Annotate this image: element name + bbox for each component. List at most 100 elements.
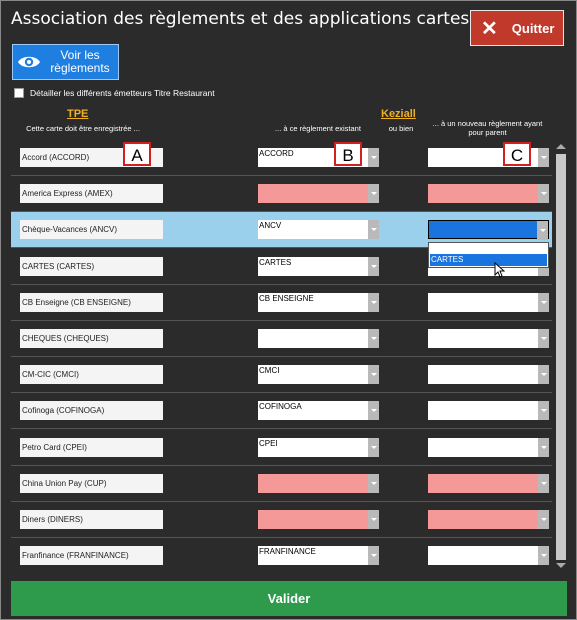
window-title: Association des règlements et des applic… xyxy=(11,9,534,29)
existing-payment-combo-value: CARTES xyxy=(259,258,292,267)
list-item: CB Enseigne (CB ENSEIGNE) CB ENSEIGNE xyxy=(11,285,552,321)
card-name: Cofinoga (COFINOGA) xyxy=(20,401,163,420)
view-payments-label: Voir les règlements xyxy=(50,48,110,75)
new-parent-combo[interactable] xyxy=(428,220,549,240)
dialog-window: Association des règlements et des applic… xyxy=(0,0,577,620)
chevron-down-icon[interactable] xyxy=(538,184,549,203)
new-parent-combo[interactable] xyxy=(428,401,549,420)
chevron-down-icon[interactable] xyxy=(368,438,379,457)
dropdown-option-cartes[interactable]: CARTES xyxy=(430,254,547,266)
chevron-down-icon[interactable] xyxy=(368,257,379,276)
card-name: CB Enseigne (CB ENSEIGNE) xyxy=(20,293,163,312)
scroll-up-icon[interactable] xyxy=(556,144,566,149)
new-parent-combo[interactable] xyxy=(428,474,549,493)
detail-issuers-checkbox[interactable]: Détailler les différents émetteurs Titre… xyxy=(14,88,215,98)
list-item: CHEQUES (CHEQUES) xyxy=(11,321,552,357)
existing-payment-combo-value: CMCI xyxy=(259,366,280,375)
marker-a: A xyxy=(123,142,151,166)
chevron-down-icon[interactable] xyxy=(368,401,379,420)
list-item: CM-CIC (CMCI) CMCI xyxy=(11,357,552,393)
quit-label: Quitter xyxy=(511,20,555,36)
card-name: Petro Card (CPEI) xyxy=(20,438,163,457)
existing-payment-combo[interactable]: COFINOGA xyxy=(258,401,379,420)
existing-payment-combo[interactable]: FRANFINANCE xyxy=(258,546,379,565)
chevron-down-icon[interactable] xyxy=(537,221,548,240)
list-item: China Union Pay (CUP) xyxy=(11,466,552,502)
existing-payment-combo[interactable] xyxy=(258,474,379,493)
detail-issuers-label: Détailler les différents émetteurs Titre… xyxy=(30,88,215,98)
existing-payment-combo[interactable]: ANCV xyxy=(258,220,379,239)
chevron-down-icon[interactable] xyxy=(538,329,549,348)
card-name: America Express (AMEX) xyxy=(20,184,163,203)
card-name: China Union Pay (CUP) xyxy=(20,474,163,493)
vertical-scrollbar[interactable] xyxy=(554,140,568,572)
card-name: Franfinance (FRANFINANCE) xyxy=(20,546,163,565)
scroll-thumb[interactable] xyxy=(556,154,566,560)
list-item: Cofinoga (COFINOGA) COFINOGA xyxy=(11,393,552,429)
chevron-down-icon[interactable] xyxy=(538,148,549,167)
scroll-down-icon[interactable] xyxy=(556,563,566,568)
existing-subheader: ... à ce règlement existant xyxy=(275,124,361,133)
existing-payment-combo[interactable]: CARTES xyxy=(258,257,379,276)
list-item: Accord (ACCORD) ACCORD xyxy=(11,140,552,176)
new-parent-combo[interactable] xyxy=(428,546,549,565)
chevron-down-icon[interactable] xyxy=(368,510,379,529)
new-parent-combo[interactable] xyxy=(428,510,549,529)
tpe-header: TPE xyxy=(67,108,89,120)
new-parent-combo[interactable] xyxy=(428,438,549,457)
eye-icon xyxy=(16,54,42,70)
card-name: CARTES (CARTES) xyxy=(20,257,163,276)
list-item: Petro Card (CPEI) CPEI xyxy=(11,430,552,466)
chevron-down-icon[interactable] xyxy=(368,329,379,348)
new-subheader: ... à un nouveau règlement ayant pour pa… xyxy=(432,119,543,137)
row-divider xyxy=(11,428,552,429)
validate-button[interactable]: Valider xyxy=(11,581,567,616)
close-icon: ✕ xyxy=(481,17,498,40)
existing-payment-combo-value: ACCORD xyxy=(259,149,294,158)
list-item: Diners (DINERS) xyxy=(11,502,552,538)
card-association-list: Accord (ACCORD) ACCORD America Express (AM… xyxy=(11,140,552,572)
existing-payment-combo-value: FRANFINANCE xyxy=(259,547,316,556)
card-name: Chèque-Vacances (ANCV) xyxy=(20,220,163,239)
or-label: ou bien xyxy=(388,124,414,133)
new-parent-combo[interactable] xyxy=(428,293,549,312)
chevron-down-icon[interactable] xyxy=(538,401,549,420)
tpe-subheader: Cette carte doit être enregistrée ... xyxy=(26,124,140,133)
existing-payment-combo[interactable]: CMCI xyxy=(258,365,379,384)
chevron-down-icon[interactable] xyxy=(368,293,379,312)
existing-payment-combo-value: CPEI xyxy=(259,439,278,448)
chevron-down-icon[interactable] xyxy=(538,365,549,384)
chevron-down-icon[interactable] xyxy=(538,438,549,457)
quit-button[interactable]: ✕ Quitter xyxy=(470,10,564,46)
chevron-down-icon[interactable] xyxy=(368,220,379,239)
card-name: CHEQUES (CHEQUES) xyxy=(20,329,163,348)
chevron-down-icon[interactable] xyxy=(368,546,379,565)
keziall-header: Keziall xyxy=(381,108,416,120)
marker-b: B xyxy=(334,142,362,166)
list-item: Franfinance (FRANFINANCE) FRANFINANCE xyxy=(11,538,552,572)
card-name: CM-CIC (CMCI) xyxy=(20,365,163,384)
existing-payment-combo[interactable]: CPEI xyxy=(258,438,379,457)
chevron-down-icon[interactable] xyxy=(538,293,549,312)
chevron-down-icon[interactable] xyxy=(538,546,549,565)
list-item: America Express (AMEX) xyxy=(11,176,552,212)
chevron-down-icon[interactable] xyxy=(538,474,549,493)
existing-payment-combo[interactable] xyxy=(258,184,379,203)
existing-payment-combo[interactable] xyxy=(258,329,379,348)
chevron-down-icon[interactable] xyxy=(538,510,549,529)
card-name: Diners (DINERS) xyxy=(20,510,163,529)
chevron-down-icon[interactable] xyxy=(368,365,379,384)
checkbox-box[interactable] xyxy=(14,88,24,98)
new-parent-combo[interactable] xyxy=(428,329,549,348)
chevron-down-icon[interactable] xyxy=(368,148,379,167)
view-payments-button[interactable]: Voir les règlements xyxy=(12,44,119,80)
existing-payment-combo[interactable]: CB ENSEIGNE xyxy=(258,293,379,312)
new-parent-combo[interactable] xyxy=(428,184,549,203)
marker-c: C xyxy=(503,142,531,166)
parent-dropdown-list[interactable]: CARTES xyxy=(428,242,549,268)
new-parent-combo[interactable] xyxy=(428,365,549,384)
existing-payment-combo-value: COFINOGA xyxy=(259,402,302,411)
chevron-down-icon[interactable] xyxy=(368,474,379,493)
chevron-down-icon[interactable] xyxy=(368,184,379,203)
existing-payment-combo[interactable] xyxy=(258,510,379,529)
